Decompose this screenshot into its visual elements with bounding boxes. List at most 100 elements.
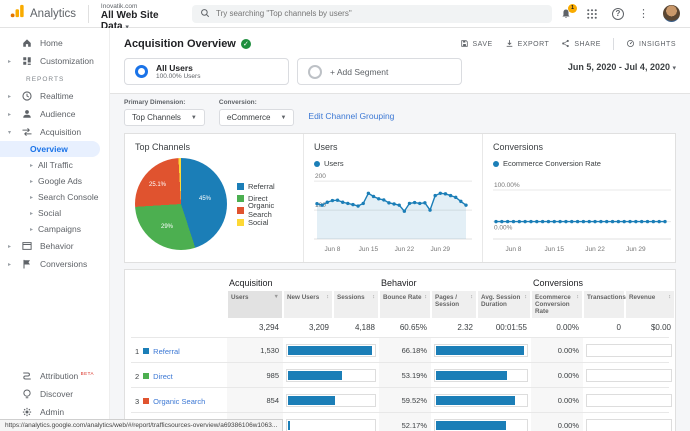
customization-icon xyxy=(21,55,33,67)
total-value: $0.00 xyxy=(625,318,675,337)
sort-icon: ▼ xyxy=(274,294,279,300)
expand-arrow-icon: ▸ xyxy=(30,194,33,201)
analytics-logo[interactable]: Analytics xyxy=(10,4,76,23)
svg-text:Jun 29: Jun 29 xyxy=(431,246,451,253)
legend-item-referral: Referral xyxy=(237,180,293,192)
sidebar-item-behavior[interactable]: ▸Behavior xyxy=(0,237,109,255)
channels-pie-chart[interactable]: 45% 29% 25.1% xyxy=(135,158,227,250)
sidebar-item-discover[interactable]: Discover xyxy=(0,385,109,403)
sort-icon: ↕ xyxy=(524,294,527,300)
segment-circle-icon xyxy=(135,65,148,78)
conversion-select[interactable]: eCommerce▼ xyxy=(219,109,295,126)
sidebar-item-google-ads[interactable]: ▸Google Ads xyxy=(0,173,109,189)
svg-text:Jun 29: Jun 29 xyxy=(626,246,646,253)
sidebar-item-social[interactable]: ▸Social xyxy=(0,205,109,221)
column-header-pages-session[interactable]: Pages / Session↕ xyxy=(432,291,476,318)
total-value: 60.65% xyxy=(379,318,431,337)
sidebar-item-conversions[interactable]: ▸Conversions xyxy=(0,255,109,273)
notifications-bell-icon[interactable]: 1 xyxy=(560,8,572,20)
column-header-users[interactable]: Users▼ xyxy=(228,291,282,318)
column-header-ecommerce-conversion-rate[interactable]: Ecommerce Conversion Rate↕ xyxy=(532,291,582,318)
legend-swatch-icon xyxy=(237,183,244,190)
sidebar-item-acquisition[interactable]: ▾Acquisition xyxy=(0,123,109,141)
user-avatar[interactable] xyxy=(663,5,680,22)
sort-icon: ↕ xyxy=(326,294,329,300)
chevron-down-icon: ▾ xyxy=(672,65,676,72)
segment-all-users[interactable]: All Users 100.00% Users xyxy=(124,58,289,85)
total-value: 00:01:55 xyxy=(477,318,531,337)
conversions-legend-label: Ecommerce Conversion Rate xyxy=(503,159,601,168)
sidebar-item-overview[interactable]: Overview xyxy=(0,141,100,157)
sidebar-item-customization[interactable]: ▸Customization xyxy=(0,52,109,70)
channel-link[interactable]: Organic Search xyxy=(153,397,205,406)
help-icon[interactable]: ? xyxy=(612,8,624,20)
conversion-label: Conversion: xyxy=(219,99,295,106)
svg-text:Jun 8: Jun 8 xyxy=(506,246,522,253)
save-button[interactable]: SAVE xyxy=(460,39,493,50)
realtime-icon xyxy=(21,90,33,102)
export-button[interactable]: EXPORT xyxy=(505,39,550,50)
more-options-icon[interactable]: ⋮ xyxy=(638,7,649,20)
share-button[interactable]: SHARE xyxy=(561,39,601,50)
divider xyxy=(613,38,614,50)
sidebar-item-audience[interactable]: ▸Audience xyxy=(0,105,109,123)
channel-link[interactable]: Referral xyxy=(153,347,180,356)
users-chart-title: Users xyxy=(314,142,472,152)
primary-dimension-select[interactable]: Top Channels▼ xyxy=(124,109,205,126)
svg-text:0.00%: 0.00% xyxy=(494,225,513,232)
chevron-down-icon: ▼ xyxy=(191,115,197,121)
conversion-rate-bar xyxy=(586,394,672,407)
add-segment-circle-icon xyxy=(308,65,322,79)
account-switcher[interactable]: All accounts > Inovatik.com All Web Site… xyxy=(101,0,178,32)
column-header-sessions[interactable]: Sessions↕ xyxy=(334,291,378,318)
conversion-rate-bar xyxy=(586,344,672,357)
sort-icon: ↕ xyxy=(576,294,579,300)
svg-text:Jun 15: Jun 15 xyxy=(545,246,565,253)
users-bar xyxy=(286,419,376,431)
bounce-rate-bar xyxy=(434,419,528,431)
table-group-behavior: Behavior xyxy=(379,276,531,291)
insights-button[interactable]: INSIGHTS xyxy=(626,39,676,50)
sidebar-item-home[interactable]: Home xyxy=(0,34,109,52)
users-line-chart[interactable]: 200100Jun 8Jun 15Jun 22Jun 29 xyxy=(314,171,472,255)
sidebar-item-search-console[interactable]: ▸Search Console xyxy=(0,189,109,205)
sidebar-item-all-traffic[interactable]: ▸All Traffic xyxy=(0,157,109,173)
search-bar[interactable] xyxy=(192,5,552,23)
conversions-chart-title: Conversions xyxy=(493,142,671,152)
page-title: Acquisition Overview xyxy=(124,38,236,50)
add-segment-label: + Add Segment xyxy=(330,67,388,77)
add-segment-button[interactable]: + Add Segment xyxy=(297,58,462,85)
sidebar-item-campaigns[interactable]: ▸Campaigns xyxy=(0,221,109,237)
edit-channel-grouping-link[interactable]: Edit Channel Grouping xyxy=(308,111,394,126)
sidebar-item-realtime[interactable]: ▸Realtime xyxy=(0,87,109,105)
column-header-bounce-rate[interactable]: Bounce Rate↕ xyxy=(380,291,430,318)
date-range-picker[interactable]: Jun 5, 2020 - Jul 4, 2020 ▾ xyxy=(568,58,676,72)
conversions-panel: Conversions Ecommerce Conversion Rate 10… xyxy=(482,134,681,262)
sidebar-item-attribution[interactable]: Attribution BETA xyxy=(0,367,109,385)
column-header-avg-session-duration[interactable]: Avg. Session Duration↕ xyxy=(478,291,530,318)
channel-link[interactable]: Direct xyxy=(153,372,173,381)
behavior-icon xyxy=(21,240,33,252)
column-header-transactions[interactable]: Transactions↕ xyxy=(584,291,624,318)
sort-icon: ↕ xyxy=(424,294,427,300)
account-breadcrumb: All accounts > Inovatik.com xyxy=(101,0,178,10)
conversions-line-chart[interactable]: 100.00%0.00%Jun 8Jun 15Jun 22Jun 29 xyxy=(493,171,671,255)
column-header-new-users[interactable]: New Users↕ xyxy=(284,291,332,318)
users-bar xyxy=(286,369,376,382)
users-bar xyxy=(286,394,376,407)
share-icon xyxy=(561,39,570,50)
expand-arrow-icon: ▸ xyxy=(8,261,14,268)
column-header-revenue[interactable]: Revenue↕ xyxy=(626,291,674,318)
apps-grid-icon[interactable] xyxy=(586,8,598,20)
search-input[interactable] xyxy=(216,9,544,18)
browser-status-url: https://analytics.google.com/analytics/w… xyxy=(0,419,283,431)
total-value: 4,188 xyxy=(333,318,379,337)
pie-slice-label: 25.1% xyxy=(149,182,166,188)
home-icon xyxy=(21,37,33,49)
legend-dot-icon xyxy=(493,161,499,167)
table-row-referral: 1Referral1,53066.18%0.00% xyxy=(131,337,669,362)
expand-arrow-icon: ▸ xyxy=(30,178,33,185)
export-icon xyxy=(505,39,514,50)
total-value: 2.32 xyxy=(431,318,477,337)
sort-icon: ↕ xyxy=(470,294,473,300)
